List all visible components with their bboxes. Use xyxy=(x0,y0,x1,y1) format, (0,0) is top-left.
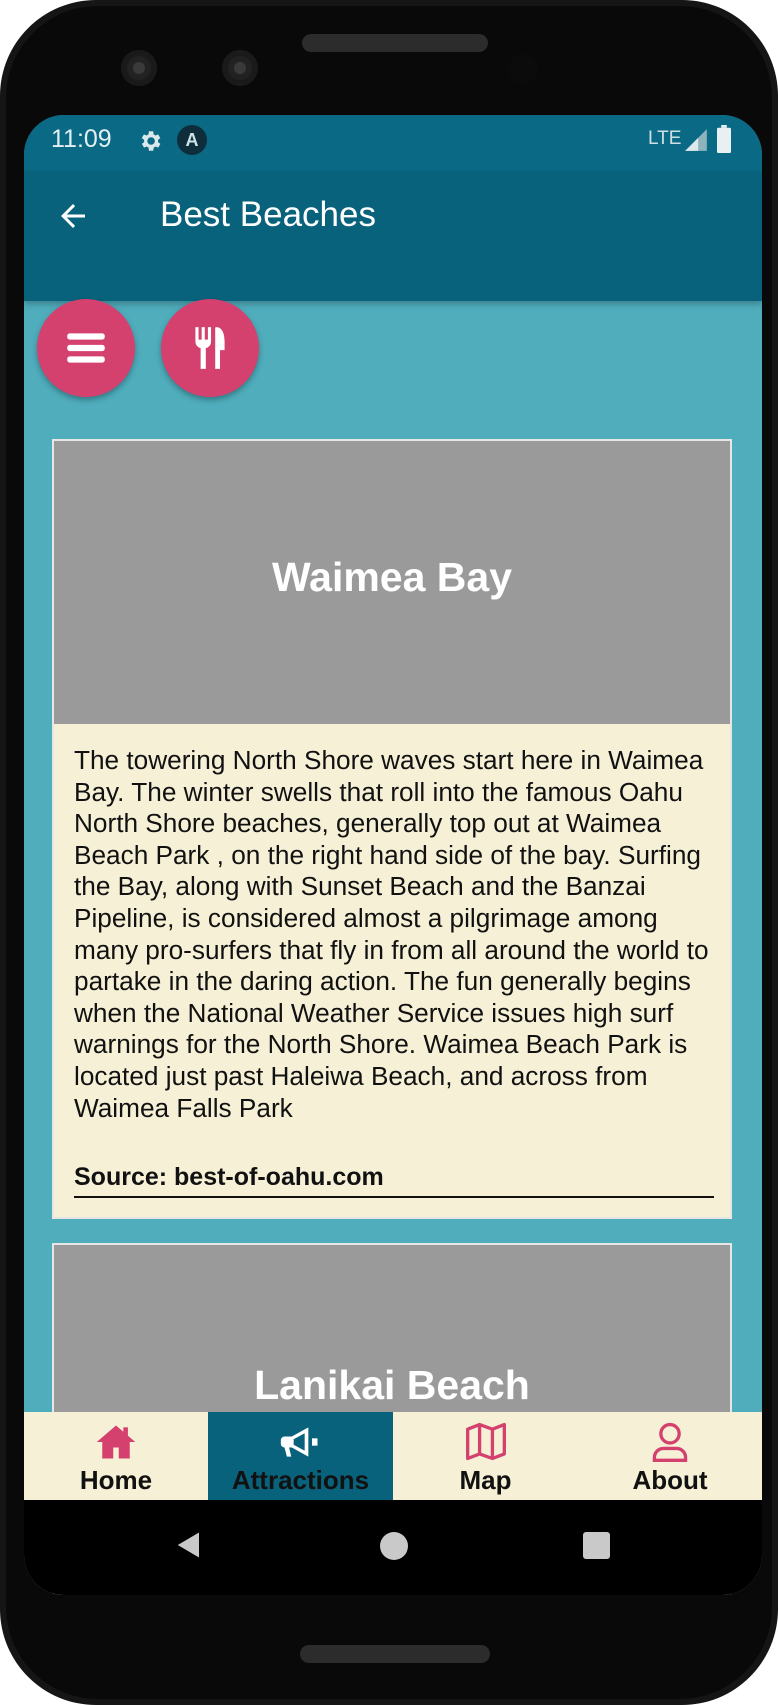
map-icon xyxy=(465,1422,506,1461)
app-notification-icon: A xyxy=(177,125,207,155)
restaurants-button[interactable] xyxy=(161,299,259,397)
bottom-navigation: Home Attractions Map About xyxy=(24,1412,762,1500)
tab-attractions[interactable]: Attractions xyxy=(208,1412,393,1500)
gear-icon xyxy=(141,131,161,151)
card-banner: Waimea Bay xyxy=(54,441,730,724)
attraction-card[interactable]: Waimea Bay The towering North Shore wave… xyxy=(52,439,732,1219)
tab-home[interactable]: Home xyxy=(24,1412,208,1500)
tab-label: About xyxy=(632,1465,708,1495)
battery-icon xyxy=(717,125,731,153)
tab-map[interactable]: Map xyxy=(393,1412,578,1500)
person-icon xyxy=(652,1422,688,1462)
menu-button[interactable] xyxy=(37,299,135,397)
signal-icon xyxy=(685,129,707,151)
app-screen: 11:09 A LTE Best Beaches Waimea Bay The … xyxy=(24,115,762,1595)
network-type: LTE xyxy=(648,128,682,149)
home-icon xyxy=(96,1425,136,1459)
megaphone-icon xyxy=(280,1427,317,1457)
tab-label: Home xyxy=(79,1465,153,1495)
front-sensor xyxy=(508,54,538,84)
menu-icon xyxy=(67,333,105,363)
earpiece-speaker xyxy=(302,34,488,52)
app-bar xyxy=(24,171,762,301)
system-navigation-bar xyxy=(24,1500,762,1595)
status-bar: 11:09 A LTE xyxy=(24,115,762,171)
status-time: 11:09 xyxy=(51,125,112,153)
phone-frame: 11:09 A LTE Best Beaches Waimea Bay The … xyxy=(0,0,778,1705)
front-camera-left xyxy=(121,50,157,86)
system-recents-button[interactable] xyxy=(583,1532,610,1559)
card-description: The towering North Shore waves start her… xyxy=(74,745,709,1123)
bottom-speaker xyxy=(300,1645,490,1663)
tab-label: Attractions xyxy=(231,1465,370,1495)
front-camera-right xyxy=(222,50,258,86)
tab-about[interactable]: About xyxy=(578,1412,762,1500)
source-link[interactable]: Source: best-of-oahu.com xyxy=(74,1163,714,1198)
back-arrow-icon[interactable] xyxy=(55,198,91,234)
system-home-button[interactable] xyxy=(380,1532,408,1560)
card-title: Lanikai Beach xyxy=(254,1362,530,1408)
page-title: Best Beaches xyxy=(160,195,376,234)
tab-label: Map xyxy=(459,1465,512,1495)
fork-knife-icon xyxy=(195,327,225,369)
card-title: Waimea Bay xyxy=(271,554,513,600)
system-back-icon[interactable] xyxy=(174,1530,204,1560)
